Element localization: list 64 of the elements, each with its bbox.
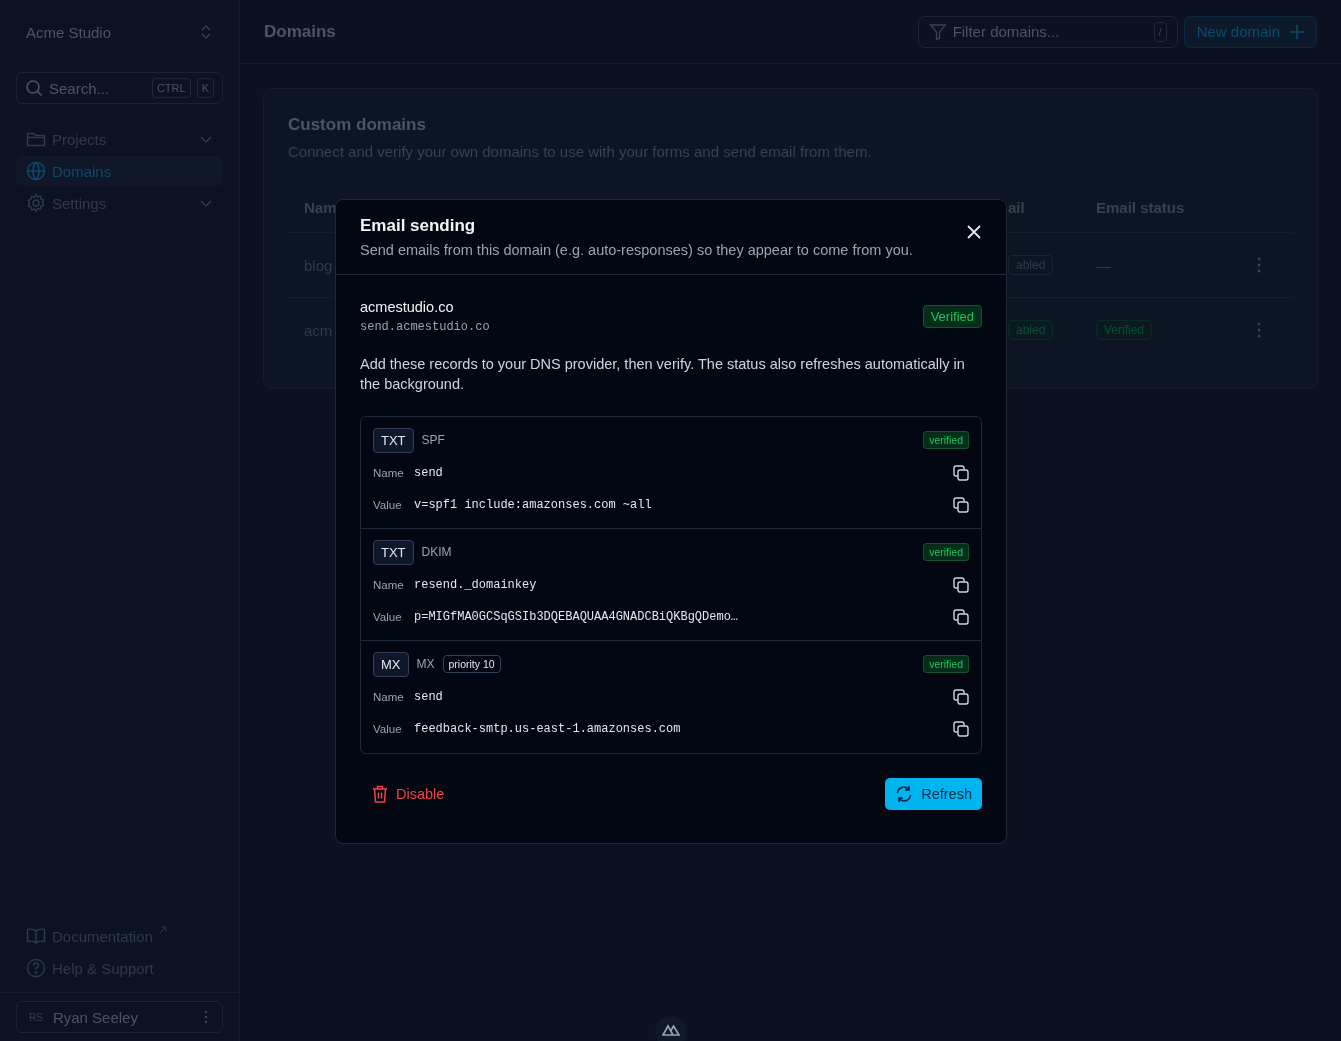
external-link-icon <box>158 926 167 934</box>
keyboard-key: / <box>1153 21 1167 42</box>
dialog-title: Email sending <box>360 216 477 236</box>
record-value: resend._domainkey <box>414 578 538 592</box>
field-label: Name <box>373 467 405 479</box>
plus-icon <box>1290 24 1304 39</box>
devtools-button[interactable] <box>655 1016 687 1041</box>
globe-icon <box>26 161 46 181</box>
field-label: Name <box>373 691 405 703</box>
copy-icon[interactable] <box>953 497 969 513</box>
keyboard-key: K <box>196 78 214 98</box>
status-badge: Verified <box>922 305 982 328</box>
copy-icon[interactable] <box>953 689 969 705</box>
copy-icon[interactable] <box>953 577 969 593</box>
priority-badge: priority 10 <box>442 655 501 673</box>
dialog-description: Send emails from this domain (e.g. auto-responses) so they appear to come from you. <box>360 242 913 258</box>
mountain-logo-icon <box>662 1024 680 1036</box>
field-label: Value <box>373 723 403 735</box>
disable-button[interactable]: Disable <box>360 779 457 809</box>
search-field[interactable]: Search... CTRL K <box>16 72 223 104</box>
domain-name: acmestudio.co <box>360 299 455 315</box>
refresh-button[interactable]: Refresh <box>885 778 982 810</box>
close-icon[interactable] <box>967 225 981 239</box>
copy-icon[interactable] <box>953 721 969 737</box>
field-label: Name <box>373 579 405 591</box>
book-icon <box>26 927 46 945</box>
filter-field[interactable]: Filter domains... / <box>917 15 1178 48</box>
table-cell: — <box>1096 256 1111 274</box>
record-type-badge: MX <box>373 651 409 677</box>
kebab-menu-icon <box>204 1010 208 1024</box>
help-icon <box>26 958 46 978</box>
status-badge: verified <box>923 431 969 449</box>
record-type-badge: TXT <box>373 539 414 565</box>
refresh-icon <box>895 785 914 803</box>
record-value: v=spf1 include:amazonses.com ~all <box>414 498 653 512</box>
workspace-name: Acme Studio <box>26 23 112 41</box>
copy-icon[interactable] <box>953 609 969 625</box>
trash-icon <box>372 785 388 803</box>
search-icon <box>25 79 43 97</box>
record-value: p=MIGfMA0GCSqGSIb3DQEBAQUAA4GNADCBiQKBgQDemo… <box>414 610 740 624</box>
chevron-down-icon <box>199 134 213 144</box>
keyboard-key: CTRL <box>151 78 191 98</box>
subdomain: send.acmestudio.co <box>360 320 490 334</box>
record-label: DKIM <box>421 545 452 559</box>
copy-icon[interactable] <box>953 465 969 481</box>
chevron-down-icon <box>199 198 213 208</box>
record-value: feedback-smtp.us-east-1.amazonses.com <box>414 722 682 736</box>
record-value: send <box>414 690 444 704</box>
record-label: MX <box>416 657 435 671</box>
field-label: Value <box>373 499 403 511</box>
record-label: SPF <box>421 433 445 447</box>
page-title: Domains <box>264 21 336 42</box>
status-badge: verified <box>923 543 969 561</box>
record-type-badge: TXT <box>373 427 414 453</box>
nav-item[interactable]: Domains <box>16 156 223 186</box>
new-domain-button[interactable]: New domain <box>1183 15 1317 48</box>
instructions-text: Add these records to your DNS provider, then verify. The status also refreshes automatically in the background. <box>360 355 966 394</box>
gear-icon <box>26 193 46 213</box>
card-title: Custom domains <box>288 115 427 135</box>
filter-icon <box>928 22 947 41</box>
status-badge: verified <box>923 655 969 673</box>
field-label: Value <box>373 611 403 623</box>
folder-icon <box>26 130 46 148</box>
record-value: send <box>414 466 444 480</box>
